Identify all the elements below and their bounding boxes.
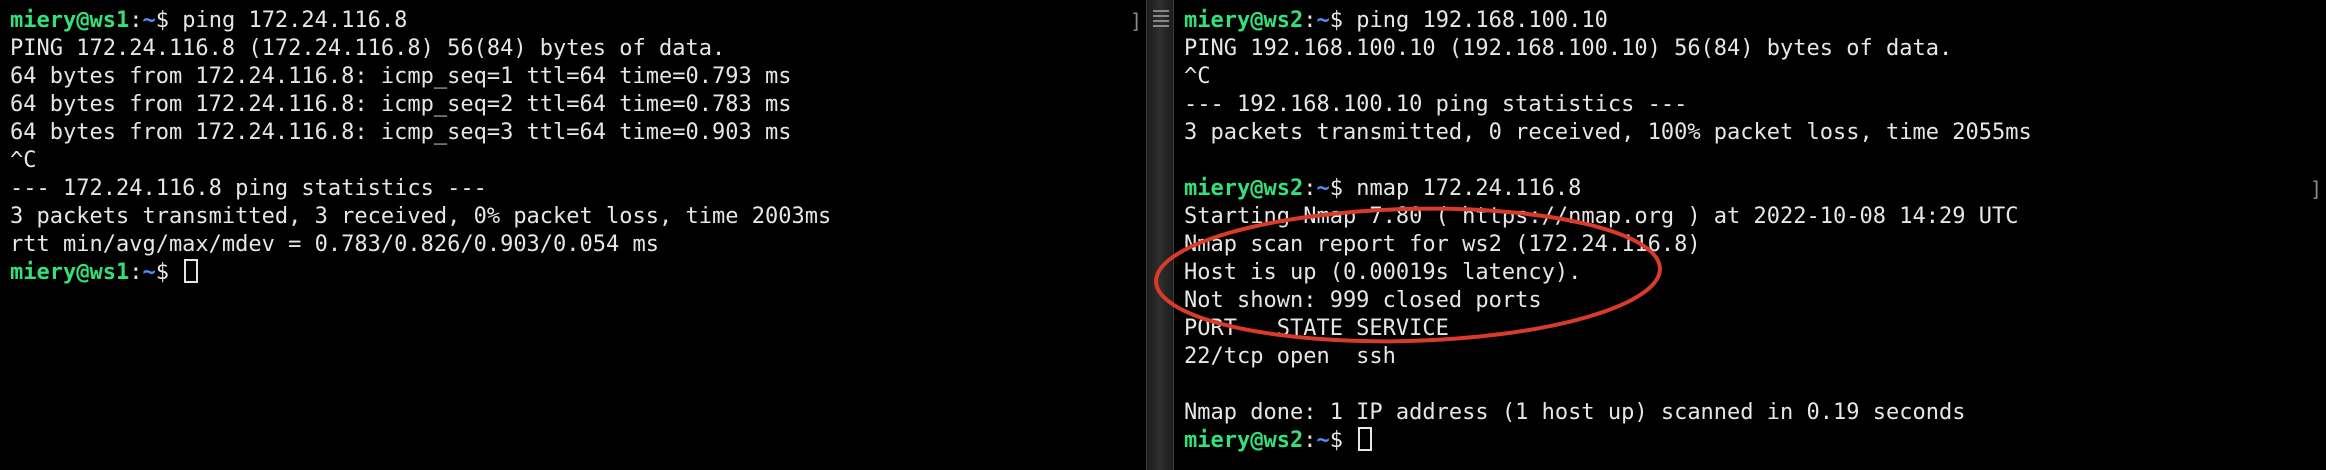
output-line: rtt min/avg/max/mdev = 0.783/0.826/0.903…	[10, 232, 660, 257]
output-line: 22/tcp open ssh	[1184, 344, 1396, 369]
prompt-path: ~	[1316, 8, 1330, 33]
output-line: Nmap scan report for ws2 (172.24.116.8)	[1184, 232, 1701, 257]
terminal-output-ws1: miery@ws1:~$ ping 172.24.116.8 PING 172.…	[10, 7, 831, 287]
pane-divider[interactable]	[1146, 0, 1174, 470]
prompt-path: ~	[1316, 176, 1330, 201]
output-line: Host is up (0.00019s latency).	[1184, 260, 1582, 285]
prompt-path: ~	[142, 8, 156, 33]
prompt-line: miery@ws2:~$	[1184, 427, 2032, 455]
command-text: ping 172.24.116.8	[182, 8, 408, 33]
prompt-user: miery@ws2	[1184, 176, 1304, 201]
line-marker: ]	[1130, 9, 1143, 33]
cursor	[184, 259, 199, 283]
prompt-user: miery@ws2	[1184, 428, 1304, 453]
output-line: 64 bytes from 172.24.116.8: icmp_seq=1 t…	[10, 64, 792, 89]
prompt-line: miery@ws2:~$ ping 192.168.100.10	[1184, 8, 1608, 33]
output-line: ^C	[1184, 64, 1211, 89]
output-line: --- 172.24.116.8 ping statistics ---	[10, 176, 487, 201]
output-line: --- 192.168.100.10 ping statistics ---	[1184, 92, 1688, 117]
output-line: PORT STATE SERVICE	[1184, 316, 1449, 341]
prompt-path: ~	[1316, 428, 1330, 453]
output-line: ^C	[10, 148, 37, 173]
output-line: 64 bytes from 172.24.116.8: icmp_seq=3 t…	[10, 120, 792, 145]
prompt-user: miery@ws1	[10, 8, 130, 33]
terminal-pane-ws1[interactable]: miery@ws1:~$ ping 172.24.116.8 PING 172.…	[0, 0, 1146, 470]
output-line: Nmap done: 1 IP address (1 host up) scan…	[1184, 400, 1966, 425]
prompt-line: miery@ws2:~$ nmap 172.24.116.8	[1184, 176, 1582, 201]
output-line: 64 bytes from 172.24.116.8: icmp_seq=2 t…	[10, 92, 792, 117]
output-line: Starting Nmap 7.80 ( https://nmap.org ) …	[1184, 204, 2019, 229]
prompt-line: miery@ws1:~$	[10, 259, 831, 287]
command-text: nmap 172.24.116.8	[1356, 176, 1582, 201]
prompt-user: miery@ws2	[1184, 8, 1304, 33]
terminal-pane-ws2[interactable]: miery@ws2:~$ ping 192.168.100.10 PING 19…	[1174, 0, 2326, 470]
output-line: 3 packets transmitted, 0 received, 100% …	[1184, 120, 2032, 145]
drag-handle-icon[interactable]	[1153, 10, 1169, 28]
output-line: Not shown: 999 closed ports	[1184, 288, 1542, 313]
command-text: ping 192.168.100.10	[1356, 8, 1608, 33]
terminal-output-ws2: miery@ws2:~$ ping 192.168.100.10 PING 19…	[1184, 7, 2032, 455]
prompt-user: miery@ws1	[10, 260, 130, 285]
prompt-path: ~	[142, 260, 156, 285]
output-line: PING 172.24.116.8 (172.24.116.8) 56(84) …	[10, 36, 726, 61]
cursor	[1358, 427, 1373, 451]
output-line: 3 packets transmitted, 3 received, 0% pa…	[10, 204, 832, 229]
output-line: PING 192.168.100.10 (192.168.100.10) 56(…	[1184, 36, 1953, 61]
prompt-line: miery@ws1:~$ ping 172.24.116.8	[10, 8, 408, 33]
line-marker: ]	[2310, 177, 2323, 201]
